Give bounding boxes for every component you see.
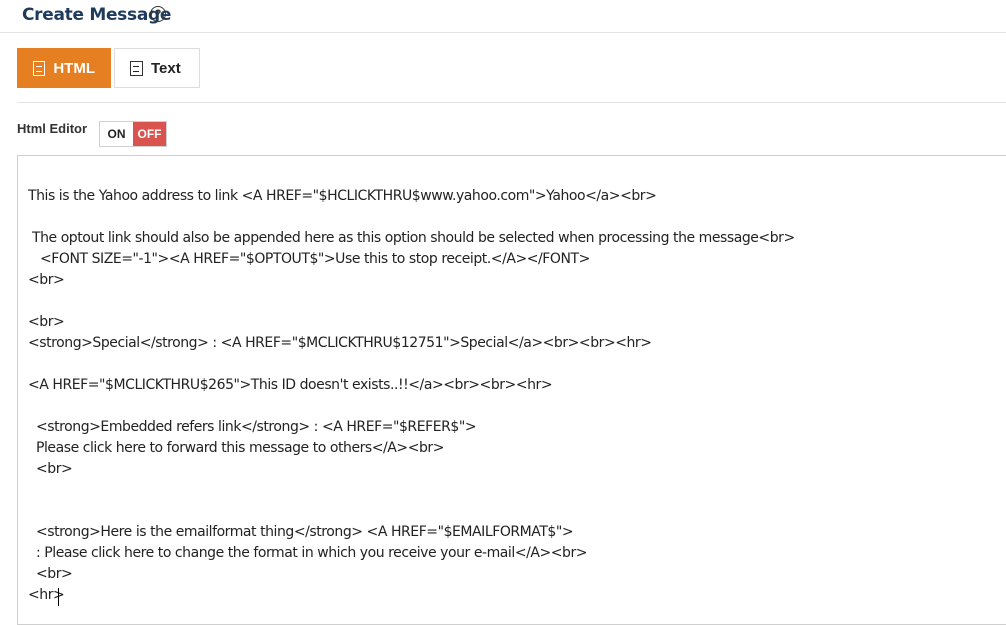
content-line: <br> xyxy=(28,272,65,288)
content-line: <A HREF="$MCLICKTHRU$265">This ID doesn'… xyxy=(28,377,553,393)
content-line: <strong>Here is the emailformat thing</s… xyxy=(28,524,574,540)
help-icon[interactable]: ? xyxy=(150,6,166,22)
html-editor-label: Html Editor xyxy=(17,121,88,136)
content-line: <br> xyxy=(28,566,73,582)
content-line: <br> xyxy=(28,314,65,330)
page-title: Create Message xyxy=(22,5,172,25)
content-line: This is the Yahoo address to link <A HRE… xyxy=(28,188,657,204)
text-file-icon xyxy=(130,60,143,76)
page-header: Create Message ? xyxy=(0,0,1006,33)
toggle-off-option[interactable]: OFF xyxy=(133,122,166,146)
content-line: <FONT SIZE="-1"><A HREF="$OPTOUT$">Use t… xyxy=(28,251,590,267)
divider xyxy=(17,102,1006,103)
html-file-icon xyxy=(33,60,46,76)
text-caret xyxy=(58,588,59,606)
content-line: : Please click here to change the format… xyxy=(28,545,588,561)
html-editor-toggle[interactable]: ON OFF xyxy=(99,121,167,147)
content-line: <strong>Special</strong> : <A HREF="$MCL… xyxy=(28,335,652,351)
tab-text[interactable]: Text xyxy=(114,48,200,88)
tab-html[interactable]: HTML xyxy=(17,48,111,88)
tab-text-label: Text xyxy=(151,59,181,77)
toggle-on-option[interactable]: ON xyxy=(100,122,133,146)
format-tabs: HTML Text xyxy=(17,48,200,88)
content-line: <br> xyxy=(28,461,73,477)
content-line: Please click here to forward this messag… xyxy=(28,440,445,456)
tab-html-label: HTML xyxy=(53,59,95,77)
content-line: The optout link should also be appended … xyxy=(28,230,795,246)
content-line: <strong>Embedded refers link</strong> : … xyxy=(28,419,477,435)
